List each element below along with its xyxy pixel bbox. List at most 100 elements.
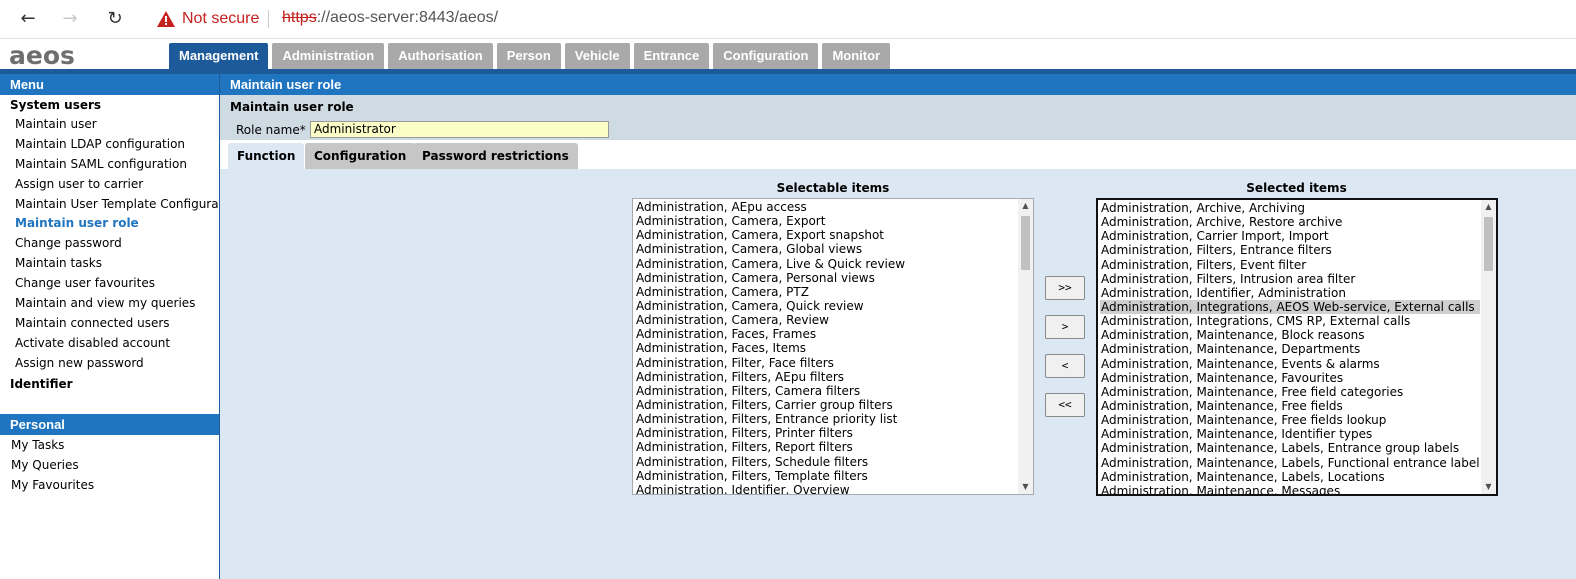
sidebar-item-my-queries-personal[interactable]: My Queries: [0, 455, 219, 475]
scroll-down-icon[interactable]: ▼: [1018, 480, 1033, 494]
tab-person[interactable]: Person: [496, 43, 561, 69]
list-item[interactable]: Administration, Faces, Items: [635, 341, 1017, 355]
list-item[interactable]: Administration, Camera, Personal views: [635, 271, 1017, 285]
selected-items-list[interactable]: Administration, Archive, Archiving Admini…: [1096, 198, 1498, 496]
list-item[interactable]: Administration, Filters, Camera filters: [635, 384, 1017, 398]
list-item[interactable]: Administration, Camera, Global views: [635, 242, 1017, 256]
remove-all-button[interactable]: <<: [1045, 393, 1085, 417]
list-item[interactable]: Administration, Filters, Entrance priori…: [635, 412, 1017, 426]
list-item[interactable]: Administration, Camera, Export: [635, 214, 1017, 228]
list-item[interactable]: Administration, Filters, Printer filters: [635, 426, 1017, 440]
sidebar-item-maintain-user[interactable]: Maintain user: [0, 115, 219, 135]
selectable-scrollbar[interactable]: ▲ ▼: [1018, 199, 1033, 494]
list-item[interactable]: Administration, Maintenance, Block reaso…: [1100, 328, 1480, 342]
scroll-thumb[interactable]: [1021, 216, 1030, 270]
tab-monitor[interactable]: Monitor: [822, 43, 891, 69]
role-form: Maintain user role Role name* Administra…: [220, 95, 1576, 140]
tab-administration[interactable]: Administration: [272, 43, 385, 69]
list-item[interactable]: Administration, Camera, Live & Quick rev…: [635, 257, 1017, 271]
list-item[interactable]: Administration, Camera, Review: [635, 313, 1017, 327]
tab-entrance[interactable]: Entrance: [633, 43, 710, 69]
sidebar-item-maintain-ldap[interactable]: Maintain LDAP configuration: [0, 135, 219, 155]
list-item[interactable]: Administration, Camera, Quick review: [635, 299, 1017, 313]
sidebar-item-activate-account[interactable]: Activate disabled account: [0, 334, 219, 354]
tab-management[interactable]: Management: [169, 43, 269, 69]
list-item[interactable]: Administration, Identifier, Overview: [635, 483, 1017, 494]
list-item[interactable]: Administration, Archive, Restore archive: [1100, 215, 1480, 229]
list-item[interactable]: Administration, Maintenance, Identifier …: [1100, 427, 1480, 441]
list-item[interactable]: Administration, Carrier Import, Import: [1100, 229, 1480, 243]
remove-button[interactable]: <: [1045, 354, 1085, 378]
list-item[interactable]: Administration, Maintenance, Labels, Ent…: [1100, 441, 1480, 455]
tab-configuration[interactable]: Configuration: [713, 43, 819, 69]
sidebar-item-connected-users[interactable]: Maintain connected users: [0, 314, 219, 334]
main-nav-tabs: Management Administration Authorisation …: [169, 43, 891, 69]
list-item[interactable]: Administration, Filter, Face filters: [635, 356, 1017, 370]
list-item[interactable]: Administration, Maintenance, Favourites: [1100, 371, 1480, 385]
sidebar-item-maintain-tasks[interactable]: Maintain tasks: [0, 254, 219, 274]
list-item[interactable]: Administration, Filters, Template filter…: [635, 469, 1017, 483]
list-item[interactable]: Administration, Maintenance, Departments: [1100, 342, 1480, 356]
sidebar-item-maintain-saml[interactable]: Maintain SAML configuration: [0, 155, 219, 175]
list-item[interactable]: Administration, AEpu access: [635, 200, 1017, 214]
list-item[interactable]: Administration, Camera, PTZ: [635, 285, 1017, 299]
tab-authorisation[interactable]: Authorisation: [388, 43, 493, 69]
list-item[interactable]: Administration, Archive, Archiving: [1100, 201, 1480, 215]
selected-scrollbar[interactable]: ▲ ▼: [1481, 200, 1496, 494]
sidebar-group-identifier[interactable]: Identifier: [0, 374, 219, 394]
list-item[interactable]: Administration, Camera, Export snapshot: [635, 228, 1017, 242]
list-item[interactable]: Administration, Maintenance, Messages: [1100, 484, 1480, 494]
list-item[interactable]: Administration, Maintenance, Free fields…: [1100, 413, 1480, 427]
sidebar-item-change-password[interactable]: Change password: [0, 234, 219, 254]
list-item[interactable]: Administration, Filters, AEpu filters: [635, 370, 1017, 384]
list-item[interactable]: Administration, Maintenance, Labels, Fun…: [1100, 456, 1480, 470]
list-item[interactable]: Administration, Filters, Intrusion area …: [1100, 272, 1480, 286]
sidebar-group-system-users[interactable]: System users: [0, 95, 219, 115]
tab-configuration-settings[interactable]: Configuration: [305, 143, 416, 169]
warning-icon[interactable]: [157, 11, 175, 27]
menu-heading: Menu: [0, 74, 219, 95]
reload-icon[interactable]: ↻: [103, 8, 127, 30]
sidebar-item-change-favourites[interactable]: Change user favourites: [0, 274, 219, 294]
url-text[interactable]: https://aeos-server:8443/aeos/: [282, 9, 498, 27]
scroll-down-icon[interactable]: ▼: [1481, 480, 1496, 494]
list-item[interactable]: Administration, Filters, Entrance filter…: [1100, 243, 1480, 257]
url-protocol: https: [282, 9, 317, 26]
sidebar-item-user-template[interactable]: Maintain User Template Configuration: [0, 195, 219, 215]
forward-arrow-icon[interactable]: →: [58, 8, 82, 30]
not-secure-label[interactable]: Not secure: [182, 10, 259, 28]
sidebar-item-assign-password[interactable]: Assign new password: [0, 354, 219, 374]
app-header: aeos Management Administration Authorisa…: [0, 39, 1576, 70]
list-item[interactable]: Administration, Faces, Frames: [635, 327, 1017, 341]
list-item[interactable]: Administration, Filters, Schedule filter…: [635, 455, 1017, 469]
list-item[interactable]: Administration, Identifier, Administrati…: [1100, 286, 1480, 300]
address-bar[interactable]: Not secure https://aeos-server:8443/aeos…: [143, 4, 1576, 34]
add-all-button[interactable]: >>: [1045, 276, 1085, 300]
list-item[interactable]: Administration, Filters, Event filter: [1100, 258, 1480, 272]
list-item[interactable]: Administration, Filters, Report filters: [635, 440, 1017, 454]
back-arrow-icon[interactable]: ←: [16, 8, 40, 30]
scroll-up-icon[interactable]: ▲: [1481, 200, 1496, 214]
list-item[interactable]: Administration, Filters, Carrier group f…: [635, 398, 1017, 412]
form-title: Maintain user role: [230, 100, 354, 114]
sidebar-item-my-favourites[interactable]: My Favourites: [0, 475, 219, 495]
scroll-up-icon[interactable]: ▲: [1018, 199, 1033, 213]
list-item[interactable]: Administration, Maintenance, Events & al…: [1100, 357, 1480, 371]
selectable-items-list[interactable]: Administration, AEpu access Administratio…: [632, 198, 1034, 495]
list-item[interactable]: Administration, Maintenance, Free field …: [1100, 385, 1480, 399]
list-item[interactable]: Administration, Maintenance, Free fields: [1100, 399, 1480, 413]
add-button[interactable]: >: [1045, 315, 1085, 339]
personal-heading: Personal: [0, 413, 219, 435]
sidebar-item-my-queries[interactable]: Maintain and view my queries: [0, 294, 219, 314]
role-name-input[interactable]: Administrator: [310, 121, 609, 138]
list-item[interactable]: Administration, Maintenance, Labels, Loc…: [1100, 470, 1480, 484]
tab-password-restrictions[interactable]: Password restrictions: [413, 143, 578, 169]
sidebar-item-maintain-user-role[interactable]: Maintain user role: [0, 214, 219, 234]
scroll-thumb[interactable]: [1484, 217, 1493, 271]
list-item[interactable]: Administration, Integrations, AEOS Web-s…: [1100, 299, 1480, 315]
sidebar-item-assign-user-carrier[interactable]: Assign user to carrier: [0, 175, 219, 195]
tab-function[interactable]: Function: [228, 143, 305, 169]
sidebar-item-my-tasks[interactable]: My Tasks: [0, 435, 219, 455]
list-item[interactable]: Administration, Integrations, CMS RP, Ex…: [1100, 314, 1480, 328]
tab-vehicle[interactable]: Vehicle: [564, 43, 630, 69]
